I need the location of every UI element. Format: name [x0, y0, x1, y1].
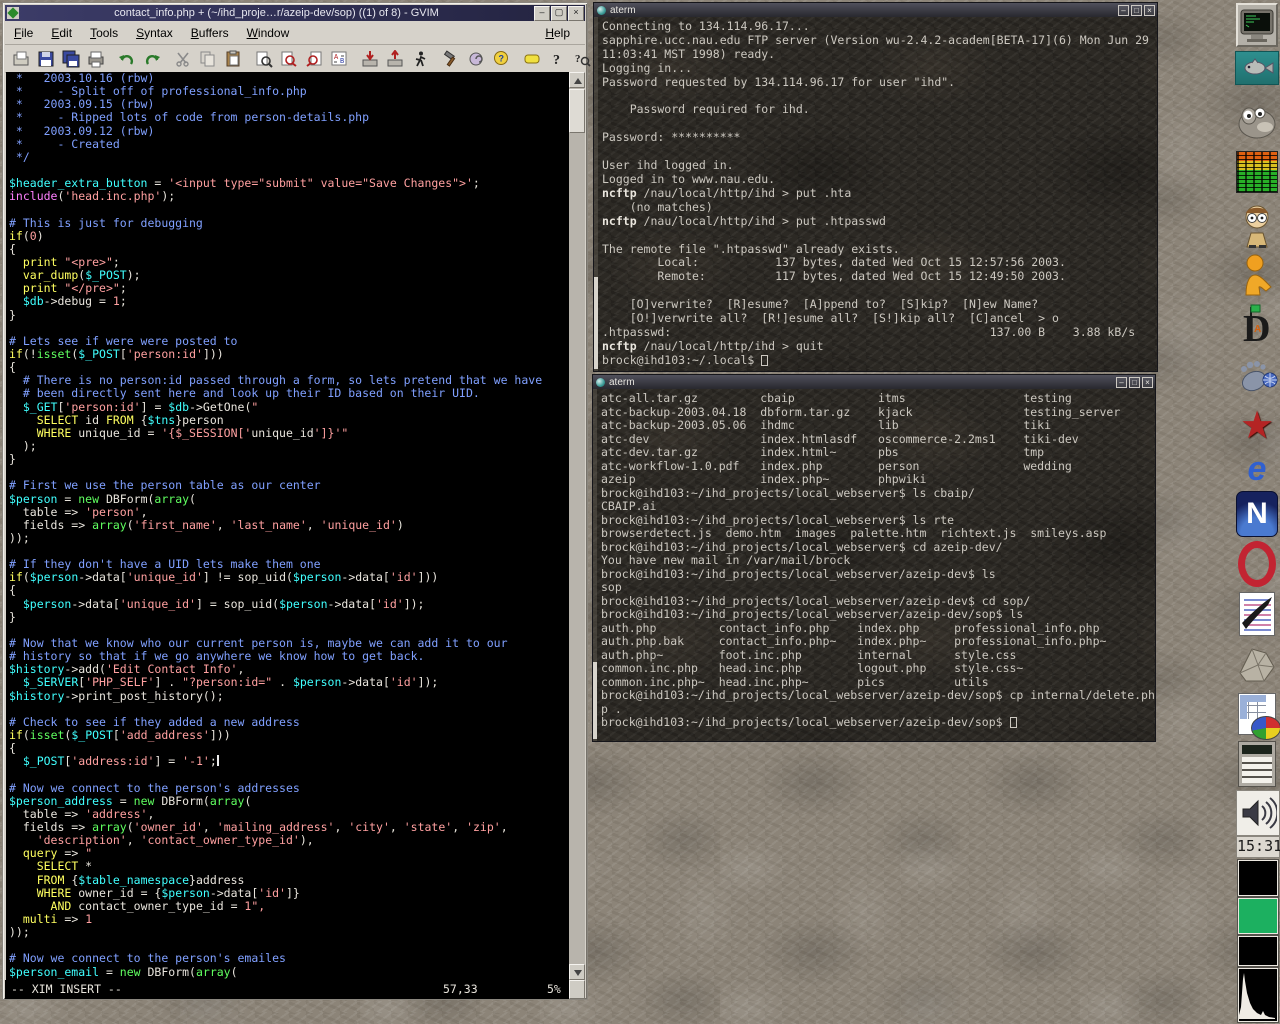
tag-jump-icon[interactable]: ? — [488, 47, 513, 71]
crumpled-paper[interactable] — [1234, 640, 1280, 688]
close-button[interactable]: × — [1144, 5, 1155, 16]
maximize-button[interactable]: □ — [1129, 377, 1140, 388]
save-all-icon[interactable] — [58, 47, 83, 71]
volume[interactable] — [1236, 790, 1280, 836]
scroll-down-arrow-icon[interactable] — [569, 964, 585, 980]
close-button[interactable]: × — [1142, 377, 1153, 388]
find-next-icon[interactable] — [276, 47, 301, 71]
aterm-shell-window: aterm – □ × atc-all.tar.gz cbaip itms te… — [592, 374, 1156, 742]
clock-time: 15:31 — [1237, 837, 1280, 855]
maximize-button[interactable]: □ — [1131, 5, 1142, 16]
terminal-scrollbar[interactable] — [594, 17, 598, 371]
resize-grip[interactable] — [569, 980, 585, 999]
gvim-toolbar: AB ? ? ? — [5, 45, 585, 73]
meter-2[interactable] — [1238, 936, 1278, 966]
scroll-up-arrow-icon[interactable] — [569, 72, 585, 88]
gnome-foot-globe[interactable] — [1234, 352, 1280, 400]
aterm-titlebar[interactable]: aterm – □ × — [593, 375, 1155, 389]
blue-e[interactable]: e — [1234, 450, 1280, 488]
load-histogram[interactable] — [1238, 968, 1278, 1022]
aterm-icon — [596, 378, 605, 387]
make-icon[interactable] — [438, 47, 463, 71]
menu-edit[interactable]: Edit — [42, 23, 81, 43]
dia-flag-d[interactable]: DA — [1234, 300, 1280, 350]
terminal-output[interactable]: atc-all.tar.gz cbaip itms testingatc-bac… — [593, 389, 1155, 741]
cut-icon[interactable] — [170, 47, 195, 71]
gnumeric[interactable] — [1234, 690, 1280, 738]
code-area[interactable]: * 2003.10.16 (rbw) * - Split off of prof… — [6, 72, 573, 980]
find-prev-icon[interactable] — [301, 47, 326, 71]
maximize-button[interactable]: ▢ — [551, 6, 567, 21]
svg-text:A: A — [1254, 324, 1261, 335]
opera[interactable] — [1234, 540, 1280, 588]
cursor-position: 57,33 — [443, 980, 478, 999]
menu-window[interactable]: Window — [238, 23, 299, 43]
help-icon[interactable]: ? — [544, 47, 569, 71]
print-icon[interactable] — [83, 47, 108, 71]
replace-icon[interactable]: AB — [326, 47, 351, 71]
aterm-title: aterm — [610, 5, 636, 16]
menu-buffers[interactable]: Buffers — [182, 23, 238, 43]
run-script-icon[interactable] — [407, 47, 432, 71]
undo-icon[interactable] — [114, 47, 139, 71]
desktop: { "gvim": { "title": "contact_info.php +… — [0, 0, 1280, 1024]
terminal-dockapp[interactable] — [1236, 3, 1278, 47]
scrollbar-thumb[interactable] — [594, 277, 598, 369]
abiword[interactable] — [1234, 590, 1280, 638]
build-tags-icon[interactable] — [463, 47, 488, 71]
paste-icon[interactable] — [220, 47, 245, 71]
scroll-percent: 5% — [547, 980, 561, 999]
svg-text:?: ? — [575, 53, 581, 65]
person-glasses[interactable] — [1234, 200, 1280, 250]
aterm-titlebar[interactable]: aterm – □ × — [594, 3, 1157, 17]
svg-text:?: ? — [498, 53, 504, 63]
gvim-title: contact_info.php + (~/ihd_proje…r/azeip-… — [19, 7, 534, 19]
vim-mode: -- XIM INSERT -- — [11, 980, 122, 999]
netscape[interactable]: N — [1234, 490, 1280, 538]
menu-file[interactable]: File — [5, 23, 42, 43]
menu-help[interactable]: Help — [536, 23, 579, 43]
aterm-icon — [597, 6, 606, 15]
scrollbar-thumb[interactable] — [569, 89, 585, 133]
fish-aquarium[interactable] — [1234, 50, 1280, 86]
redo-icon[interactable] — [139, 47, 164, 71]
svg-text:B: B — [340, 58, 344, 66]
find-icon[interactable] — [251, 47, 276, 71]
help-note-icon[interactable] — [519, 47, 544, 71]
copy-icon[interactable] — [195, 47, 220, 71]
terminal-scrollbar[interactable] — [593, 389, 597, 741]
open-file-icon[interactable] — [8, 47, 33, 71]
scrollbar-thumb[interactable] — [593, 662, 597, 739]
gvim-window: contact_info.php + (~/ihd_proje…r/azeip-… — [2, 2, 588, 1000]
minimize-button[interactable]: – — [534, 6, 550, 21]
minimize-button[interactable]: – — [1118, 5, 1129, 16]
gimp[interactable] — [1234, 92, 1280, 144]
meter-1[interactable] — [1238, 860, 1278, 896]
terminal-output[interactable]: Connecting to 134.114.96.17...sapphire.u… — [594, 17, 1157, 371]
aterm-title: aterm — [609, 377, 635, 388]
clock: 15:31 — [1236, 836, 1280, 858]
save-icon[interactable] — [33, 47, 58, 71]
gvim-menubar: FileEditToolsSyntaxBuffersWindow Help — [5, 21, 585, 45]
calculator[interactable] — [1234, 740, 1280, 788]
orange-figure[interactable] — [1234, 252, 1280, 298]
gvim-titlebar[interactable]: contact_info.php + (~/ihd_proje…r/azeip-… — [5, 5, 585, 21]
vim-icon — [7, 7, 19, 19]
minimize-button[interactable]: – — [1116, 377, 1127, 388]
gvim-scrollbar[interactable] — [569, 72, 585, 980]
svg-text:?: ? — [553, 53, 560, 68]
meter-green[interactable] — [1238, 898, 1278, 934]
menu-tools[interactable]: Tools — [81, 23, 127, 43]
find-help-icon[interactable]: ? — [569, 47, 594, 71]
menu-syntax[interactable]: Syntax — [127, 23, 182, 43]
load-session-icon[interactable] — [357, 47, 382, 71]
red-star[interactable]: ★ — [1234, 404, 1280, 448]
save-session-icon[interactable] — [382, 47, 407, 71]
equalizer[interactable] — [1234, 148, 1280, 196]
gvim-statusbar: -- XIM INSERT -- 57,33 5% — [5, 980, 571, 999]
aterm-ftp-window: aterm – □ × Connecting to 134.114.96.17.… — [593, 2, 1158, 372]
close-button[interactable]: × — [568, 6, 584, 21]
